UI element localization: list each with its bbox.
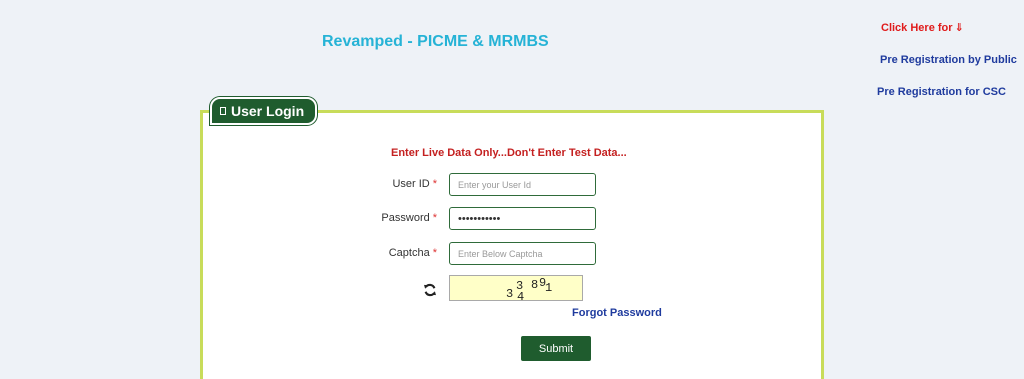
password-input[interactable] xyxy=(449,207,596,230)
login-icon xyxy=(220,107,226,115)
click-here-link[interactable]: Click Here for ⇓ xyxy=(881,21,964,34)
password-label: Password * xyxy=(357,212,437,224)
down-arrow-icon: ⇓ xyxy=(954,22,964,34)
captcha-input[interactable] xyxy=(449,242,596,265)
top-strip xyxy=(0,0,1024,6)
submit-button[interactable]: Submit xyxy=(521,336,591,361)
app-title: Revamped - PICME & MRMBS xyxy=(322,33,549,50)
user-login-title: User Login xyxy=(231,103,305,119)
user-login-tab: User Login xyxy=(210,97,318,125)
captcha-char: 1 xyxy=(545,281,553,295)
captcha-label-text: Captcha xyxy=(388,247,430,259)
required-mark: * xyxy=(432,247,437,259)
captcha-char: 8 xyxy=(531,278,539,292)
captcha-char: 3 xyxy=(506,287,514,301)
user-id-label-text: User ID xyxy=(392,178,430,190)
required-mark: * xyxy=(432,178,437,190)
password-label-text: Password xyxy=(381,212,430,224)
refresh-icon[interactable] xyxy=(422,282,438,298)
captcha-label: Captcha * xyxy=(357,247,437,259)
captcha-char: 4 xyxy=(517,290,525,304)
click-here-label: Click Here for xyxy=(881,22,953,34)
forgot-password-link[interactable]: Forgot Password xyxy=(572,307,662,319)
live-data-warning: Enter Live Data Only...Don't Enter Test … xyxy=(391,147,627,159)
captcha-image: 3 3 4 8 9 1 xyxy=(449,275,583,304)
pre-registration-csc-link[interactable]: Pre Registration for CSC xyxy=(877,86,1006,98)
pre-registration-public-link[interactable]: Pre Registration by Public xyxy=(880,54,1017,66)
required-mark: * xyxy=(432,212,437,224)
user-id-input[interactable] xyxy=(449,173,596,196)
user-id-label: User ID * xyxy=(357,178,437,190)
